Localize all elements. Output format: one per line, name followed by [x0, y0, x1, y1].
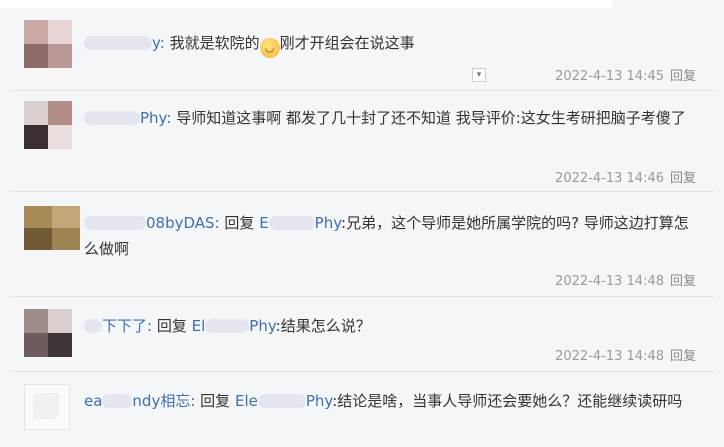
username-prefix[interactable]: ea: [84, 392, 102, 410]
comment-item: 下下了: 回复 El Phy:结果怎么说？ 2022-4-13 14:48 回复: [10, 297, 714, 371]
username[interactable]: y:: [152, 34, 165, 52]
username[interactable]: 下下了:: [102, 317, 152, 335]
comment-body: 08byDAS: 回复 E Phy:兄弟，这个导师是她所属学院的吗? 导师这边打算…: [84, 210, 694, 262]
blurred-target: [205, 319, 250, 333]
comment-text: 我就是软院的: [169, 34, 260, 52]
avatar[interactable]: [24, 206, 80, 250]
blurred-target: [268, 216, 315, 230]
reply-button[interactable]: 回复: [670, 69, 696, 84]
comment-meta: 2022-4-13 14:46 回复: [555, 167, 696, 186]
comment-text: :结论是啥，当事人导师还会要她么？还能继续读研吗: [332, 392, 683, 410]
comment-text: 导师知道这事啊 都发了几十封了还不知道 我导评价:这女生考研把脑子考傻了: [176, 109, 686, 127]
timestamp: 2022-4-13 14:48: [555, 349, 664, 364]
avatar[interactable]: [24, 384, 70, 430]
comment-item: Phy: 导师知道这事啊 都发了几十封了还不知道 我导评价:这女生考研把脑子考傻…: [10, 91, 714, 191]
blurred-username: [102, 394, 133, 408]
timestamp: 2022-4-13 14:46: [555, 171, 664, 186]
top-strip: [0, 0, 612, 8]
smile-emoji: ◡: [259, 38, 280, 58]
reply-target-suffix[interactable]: Phy: [249, 317, 275, 335]
username[interactable]: 08byDAS:: [146, 214, 220, 232]
comment-item: ea ndy相忘: 回复 Ele Phy:结论是啥，当事人导师还会要她么？还能继续读…: [10, 372, 714, 447]
avatar[interactable]: [24, 101, 72, 149]
reply-target-suffix[interactable]: Phy: [306, 392, 332, 410]
reply-target-suffix[interactable]: Phy: [315, 214, 341, 232]
avatar[interactable]: [24, 309, 72, 357]
username[interactable]: ndy相忘:: [132, 392, 195, 410]
comment-item: y: 我就是软院的 ◡ 刚才开组会在说这事 ▾ 2022-4-13 14:45 回复: [10, 10, 714, 90]
blurred-username: [84, 36, 152, 50]
avatar[interactable]: [24, 20, 72, 68]
blurred-username: [84, 111, 140, 125]
reply-button[interactable]: 回复: [670, 171, 696, 186]
comment-body: ea ndy相忘: 回复 Ele Phy:结论是啥，当事人导师还会要她么？还能继续读…: [84, 388, 694, 414]
blurred-target: [257, 394, 306, 408]
comment-meta: 2022-4-13 14:48 回复: [555, 345, 696, 364]
reply-label: 回复: [156, 317, 187, 335]
reply-label: 回复: [224, 214, 255, 232]
comment-meta: 2022-4-13 14:48 回复: [555, 270, 696, 289]
reply-target[interactable]: E: [259, 214, 268, 232]
blurred-username: [84, 319, 102, 333]
reply-label: 回复: [200, 392, 231, 410]
comment-body: y: 我就是软院的 ◡ 刚才开组会在说这事: [84, 30, 694, 58]
chevron-down-icon[interactable]: ▾: [472, 68, 486, 82]
reply-target[interactable]: Ele: [235, 392, 258, 410]
comment-meta: 2022-4-13 14:45 回复: [555, 65, 696, 84]
reply-button[interactable]: 回复: [670, 349, 696, 364]
comment-text-2: 刚才开组会在说这事: [279, 34, 415, 52]
timestamp: 2022-4-13 14:48: [555, 274, 664, 289]
comment-body: 下下了: 回复 El Phy:结果怎么说？: [84, 313, 694, 339]
reply-target[interactable]: El: [192, 317, 206, 335]
username[interactable]: Phy:: [140, 109, 171, 127]
timestamp: 2022-4-13 14:45: [555, 69, 664, 84]
blurred-username: [84, 216, 146, 230]
reply-button[interactable]: 回复: [670, 274, 696, 289]
comment-text: :结果怎么说？: [275, 317, 371, 335]
comment-body: Phy: 导师知道这事啊 都发了几十封了还不知道 我导评价:这女生考研把脑子考傻…: [84, 105, 694, 131]
comment-thread: y: 我就是软院的 ◡ 刚才开组会在说这事 ▾ 2022-4-13 14:45 回复 …: [0, 0, 724, 447]
comment-item: 08byDAS: 回复 E Phy:兄弟，这个导师是她所属学院的吗? 导师这边打算…: [10, 192, 714, 296]
